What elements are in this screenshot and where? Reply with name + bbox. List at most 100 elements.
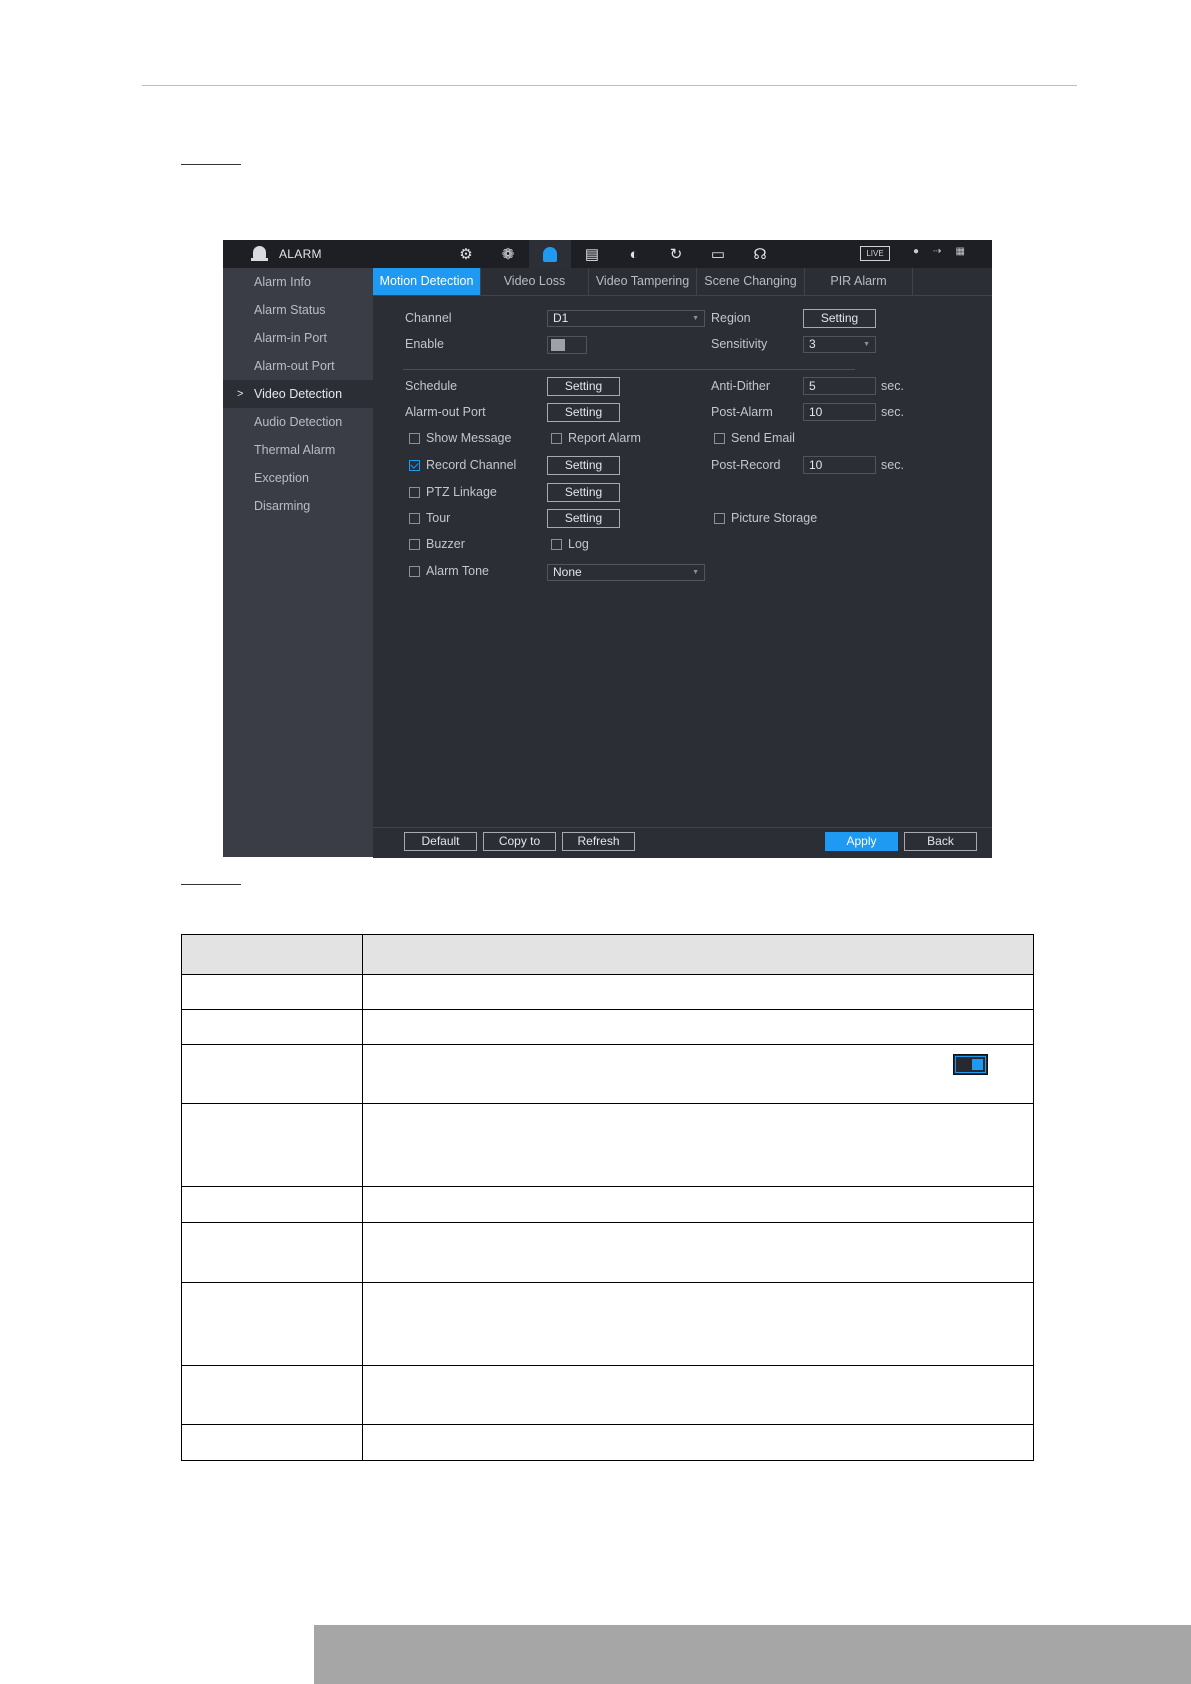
table-cell xyxy=(362,974,1034,1010)
alarm-settings-window: ALARM ⚙ ❁ ▤ ◐ ↻ ▭ ☊ LIVE ● ⇢ ▦ Alarm Inf… xyxy=(223,240,992,858)
tour-setting-button[interactable]: Setting xyxy=(547,509,620,528)
record-channel-setting-button[interactable]: Setting xyxy=(547,456,620,475)
tab-video-loss[interactable]: Video Loss xyxy=(481,268,589,295)
headset-icon[interactable]: ☊ xyxy=(739,240,781,268)
refresh-button[interactable]: Refresh xyxy=(562,832,635,851)
sidebar-item-label: Exception xyxy=(254,471,309,485)
channel-select[interactable]: D1 ▼ xyxy=(547,310,705,327)
table-row xyxy=(181,1424,1034,1461)
show-message-checkbox[interactable]: Show Message xyxy=(409,431,511,445)
storage-icon[interactable]: ▤ xyxy=(571,240,613,268)
table-row xyxy=(181,1222,1034,1283)
checkbox-box xyxy=(409,512,420,524)
grid-icon[interactable]: ▦ xyxy=(955,246,964,257)
post-record-unit: sec. xyxy=(881,458,904,472)
table-cell xyxy=(181,1424,363,1461)
checkbox-label: Buzzer xyxy=(426,537,465,551)
picture-storage-checkbox[interactable]: Picture Storage xyxy=(714,511,817,525)
tab-motion-detection[interactable]: Motion Detection xyxy=(373,268,481,295)
sidebar-item-label: Video Detection xyxy=(254,387,343,401)
send-email-checkbox[interactable]: Send Email xyxy=(714,431,795,445)
checkbox-box xyxy=(551,538,562,550)
sidebar-item-label: Alarm Status xyxy=(254,303,326,317)
sensitivity-label: Sensitivity xyxy=(711,337,768,351)
logout-icon[interactable]: ⇢ xyxy=(933,246,941,257)
sidebar-item-label: Alarm-out Port xyxy=(254,359,335,373)
sensitivity-value: 3 xyxy=(809,337,816,351)
table-cell xyxy=(181,1044,363,1104)
table-cell xyxy=(181,1009,363,1045)
table-header-row xyxy=(181,934,1034,975)
parameter-table xyxy=(181,934,1034,1461)
post-alarm-input[interactable]: 10 xyxy=(803,403,876,421)
table-cell xyxy=(362,1044,1034,1104)
tab-pir-alarm[interactable]: PIR Alarm xyxy=(805,268,913,295)
anti-dither-input[interactable]: 5 xyxy=(803,377,876,395)
schedule-setting-button[interactable]: Setting xyxy=(547,377,620,396)
record-channel-checkbox[interactable]: Record Channel xyxy=(409,458,516,472)
checkbox-box xyxy=(409,459,420,471)
table-cell xyxy=(362,1009,1034,1045)
gear-icon[interactable]: ❁ xyxy=(487,240,529,268)
tour-checkbox[interactable]: Tour xyxy=(409,511,450,525)
monitor-icon[interactable]: ▭ xyxy=(697,240,739,268)
sidebar-item-alarm-out-port[interactable]: Alarm-out Port xyxy=(223,352,373,380)
sidebar-item-alarm-status[interactable]: Alarm Status xyxy=(223,296,373,324)
checkbox-box xyxy=(409,565,420,577)
region-setting-button[interactable]: Setting xyxy=(803,309,876,328)
tab-scene-changing[interactable]: Scene Changing xyxy=(697,268,805,295)
alarm-icon xyxy=(251,246,268,262)
alarm-bell-icon[interactable] xyxy=(529,240,571,268)
alarm-tone-checkbox[interactable]: Alarm Tone xyxy=(409,564,489,578)
alarm-out-setting-button[interactable]: Setting xyxy=(547,403,620,422)
checkbox-label: Alarm Tone xyxy=(426,564,489,578)
table-cell xyxy=(362,1282,1034,1366)
back-button[interactable]: Back xyxy=(904,832,977,851)
tab-bar: Motion Detection Video Loss Video Tamper… xyxy=(373,268,992,296)
checkbox-box xyxy=(714,512,725,524)
table-cell xyxy=(362,1186,1034,1223)
table-cell xyxy=(362,1103,1034,1187)
refresh-icon[interactable]: ↻ xyxy=(655,240,697,268)
alarm-tone-select[interactable]: None ▼ xyxy=(547,564,705,581)
tab-video-tampering[interactable]: Video Tampering xyxy=(589,268,697,295)
ptz-linkage-checkbox[interactable]: PTZ Linkage xyxy=(409,485,497,499)
sidebar-item-thermal-alarm[interactable]: Thermal Alarm xyxy=(223,436,373,464)
sidebar-item-label: Thermal Alarm xyxy=(254,443,336,457)
sidebar-item-alarm-in-port[interactable]: Alarm-in Port xyxy=(223,324,373,352)
sidebar-item-label: Audio Detection xyxy=(254,415,343,429)
table-row xyxy=(181,1103,1034,1187)
post-record-input[interactable]: 10 xyxy=(803,456,876,474)
toggle-knob xyxy=(551,339,565,351)
post-alarm-label: Post-Alarm xyxy=(711,405,773,419)
table-cell xyxy=(181,1186,363,1223)
ptz-setting-button[interactable]: Setting xyxy=(547,483,620,502)
anti-dither-label: Anti-Dither xyxy=(711,379,771,393)
table-row xyxy=(181,1009,1034,1045)
film-reel-icon[interactable]: ⚙ xyxy=(445,240,487,268)
sidebar-item-audio-detection[interactable]: Audio Detection xyxy=(223,408,373,436)
table-cell xyxy=(362,934,1034,975)
gauge-icon[interactable]: ◐ xyxy=(613,240,655,268)
default-button[interactable]: Default xyxy=(404,832,477,851)
sidebar-item-video-detection[interactable]: > Video Detection xyxy=(223,380,373,408)
anti-dither-unit: sec. xyxy=(881,379,904,393)
checkbox-box xyxy=(409,432,420,444)
apply-button[interactable]: Apply xyxy=(825,832,898,851)
post-record-label: Post-Record xyxy=(711,458,781,472)
enable-toggle[interactable] xyxy=(547,336,587,354)
log-checkbox[interactable]: Log xyxy=(551,537,589,551)
sidebar-item-alarm-info[interactable]: Alarm Info xyxy=(223,268,373,296)
copy-to-button[interactable]: Copy to xyxy=(483,832,556,851)
buzzer-checkbox[interactable]: Buzzer xyxy=(409,537,465,551)
live-button[interactable]: LIVE xyxy=(860,246,890,261)
channel-label: Channel xyxy=(405,311,452,325)
sidebar-item-exception[interactable]: Exception xyxy=(223,464,373,492)
region-label: Region xyxy=(711,311,751,325)
report-alarm-checkbox[interactable]: Report Alarm xyxy=(551,431,641,445)
sensitivity-select[interactable]: 3 ▼ xyxy=(803,336,876,353)
user-icon[interactable]: ● xyxy=(913,246,919,257)
table-cell xyxy=(181,1365,363,1425)
sidebar-item-disarming[interactable]: Disarming xyxy=(223,492,373,520)
top-bar: ALARM ⚙ ❁ ▤ ◐ ↻ ▭ ☊ LIVE ● ⇢ ▦ xyxy=(223,240,992,268)
